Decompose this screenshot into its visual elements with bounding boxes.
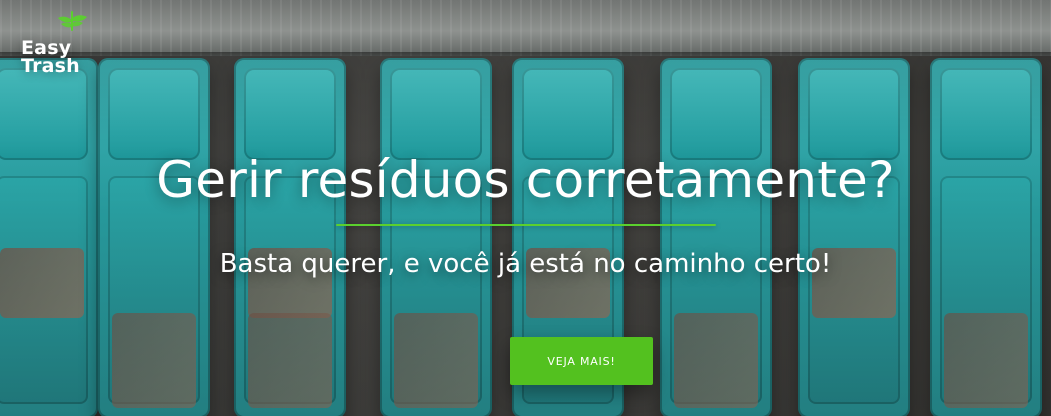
hero-section: Easy Trash Gerir resíduos corretamente? … [0,0,1051,416]
hero-subtitle: Basta querer, e você já está no caminho … [219,249,832,279]
easy-trash-logo[interactable]: Easy Trash [21,10,131,78]
hero-title: Gerir resíduos corretamente? [156,151,895,209]
leaf-icon [58,11,87,31]
logo-line-2: Trash [21,55,80,77]
title-underline [336,224,716,226]
see-more-button[interactable]: VEJA MAIS! [510,337,653,385]
